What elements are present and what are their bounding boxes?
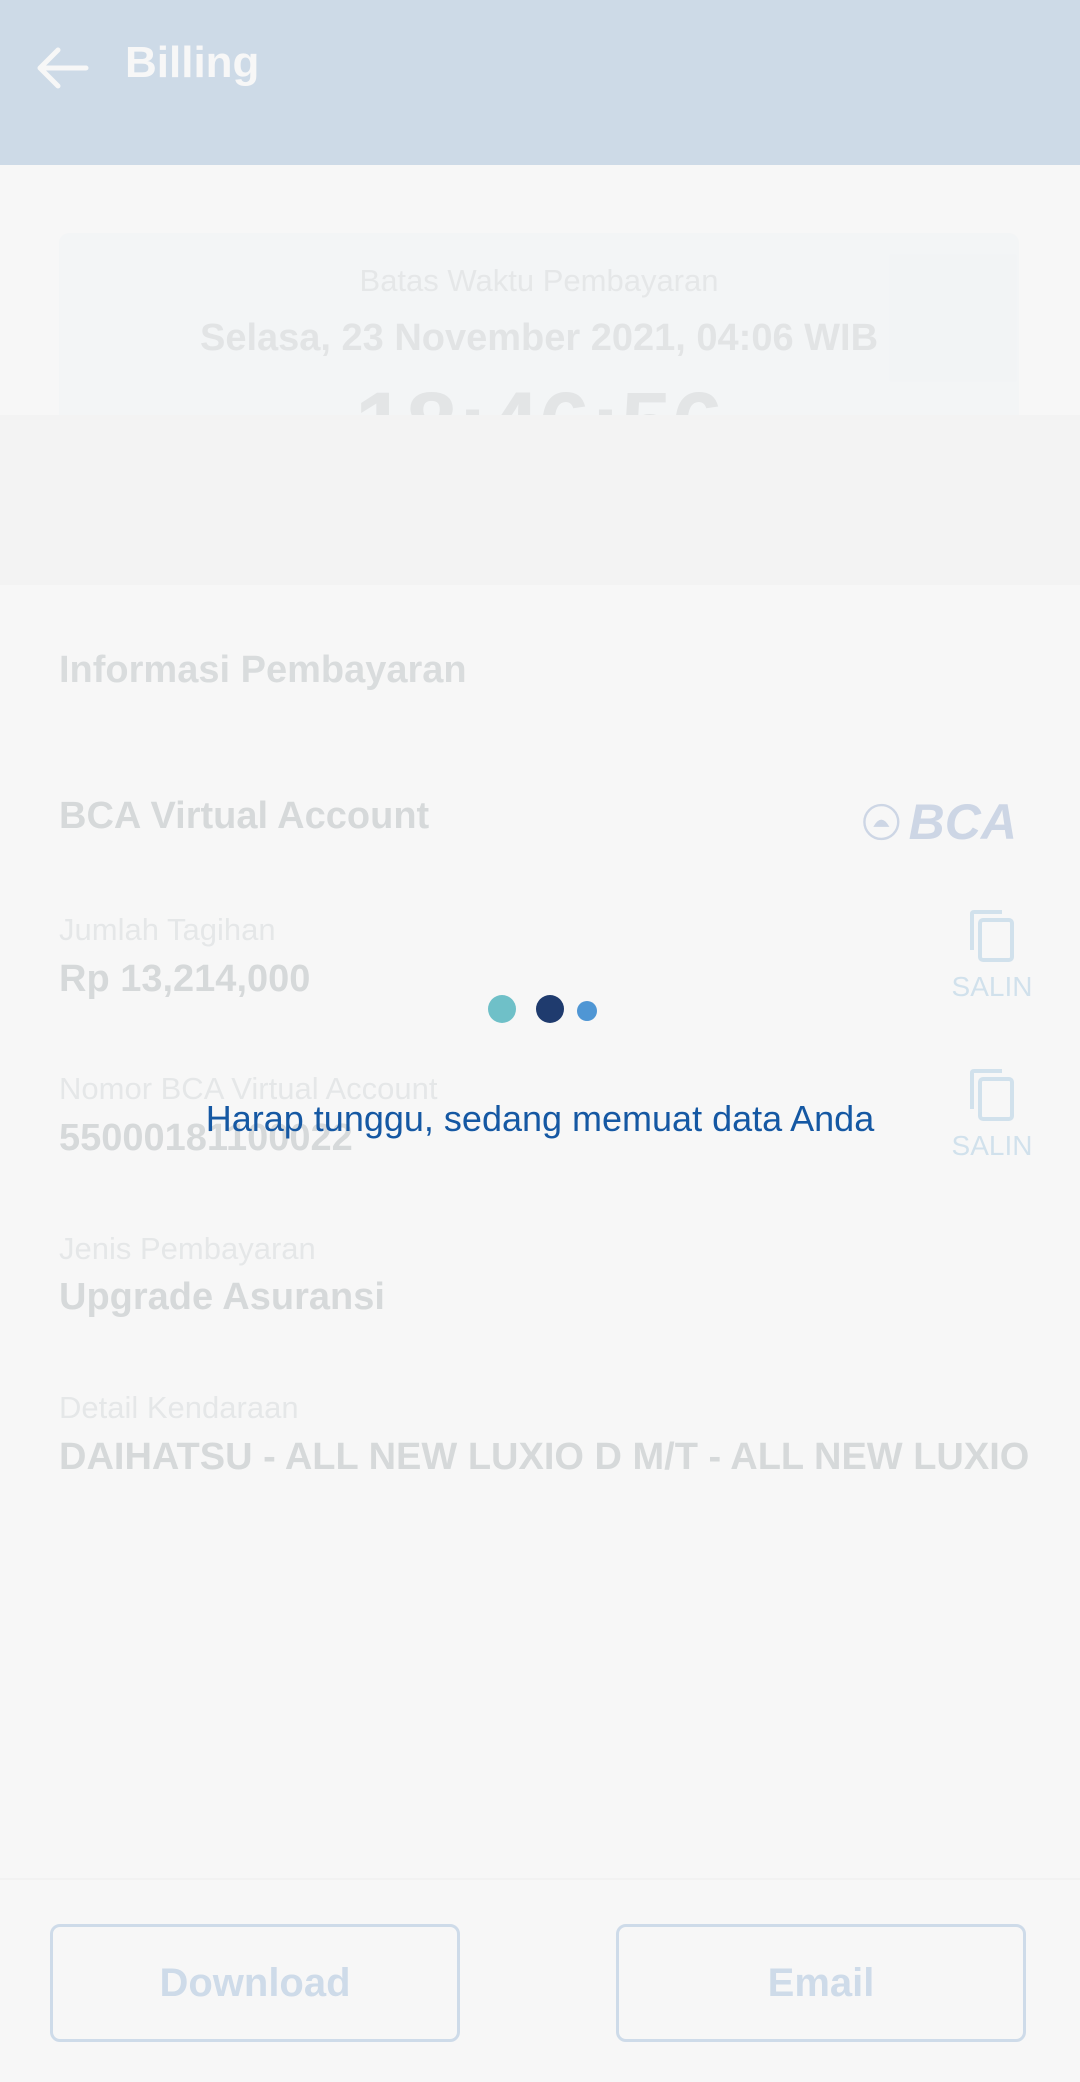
deadline-label: Batas Waktu Pembayaran [359,263,719,298]
loading-spinner [488,992,598,1023]
arrow-left-icon [37,47,89,89]
bca-logo: BCA [862,794,1017,850]
bca-logo-text: BCA [908,794,1017,850]
bca-emblem-icon [863,803,900,841]
loading-message: Harap tunggu, sedang memuat data Anda [205,1098,875,1139]
amount-value: Rp 13,214,000 [59,958,311,1000]
loading-dot [536,995,564,1023]
bank-name: BCA Virtual Account [59,795,430,837]
app-header: Billing [0,0,1080,165]
copy-icon [970,910,1014,962]
loading-dot [577,1001,597,1021]
payment-type-value: Upgrade Asuransi [59,1276,385,1318]
page-title: Billing [125,38,260,87]
download-button[interactable]: Download [50,1924,460,2042]
amount-label: Jumlah Tagihan [59,912,276,947]
copy-amount-label: SALIN [951,971,1033,1002]
copy-amount-button[interactable]: SALIN [950,908,1034,1003]
section-header-bg [0,415,1080,585]
section-title: Informasi Pembayaran [59,649,467,691]
payment-type-label: Jenis Pembayaran [59,1231,316,1266]
back-button[interactable] [30,36,94,100]
deadline-date: Selasa, 23 November 2021, 04:06 WIB [199,317,879,359]
loading-dot [488,995,516,1023]
vehicle-detail-label: Detail Kendaraan [59,1390,299,1425]
email-button[interactable]: Email [616,1924,1026,2042]
vehicle-detail-value: DAIHATSU - ALL NEW LUXIO D M/T - ALL NEW… [59,1436,1030,1478]
